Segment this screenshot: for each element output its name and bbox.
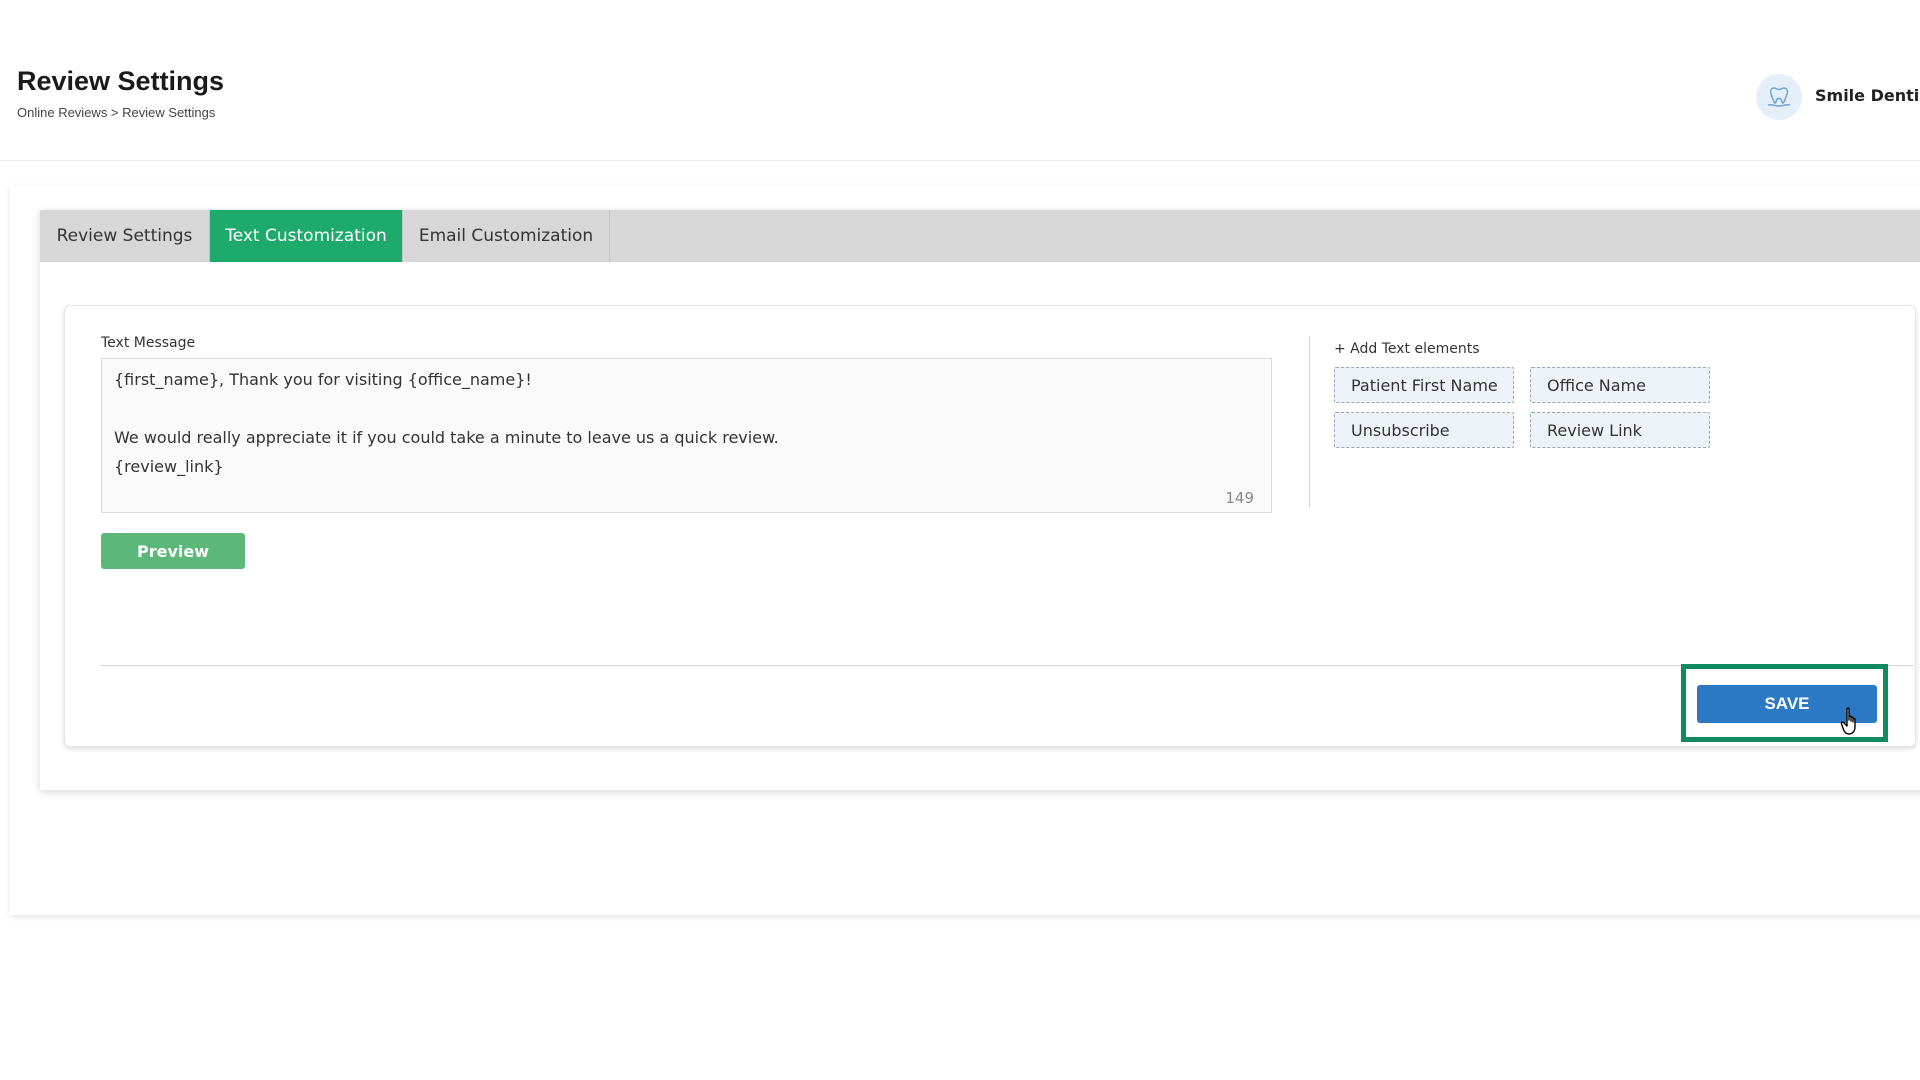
add-text-elements-header[interactable]: + Add Text elements: [1334, 341, 1480, 357]
text-message-content[interactable]: {first_name}, Thank you for visiting {of…: [114, 365, 779, 481]
chip-office-name[interactable]: Office Name: [1530, 367, 1710, 403]
text-message-input[interactable]: {first_name}, Thank you for visiting {of…: [101, 358, 1272, 513]
page-header: Review Settings Online Reviews > Review …: [0, 0, 1920, 161]
hand-pointer-icon: [1840, 707, 1856, 735]
preview-button[interactable]: Preview: [101, 533, 245, 569]
office-name[interactable]: Smile Dentis: [1815, 86, 1920, 105]
breadcrumb: Online Reviews > Review Settings: [17, 105, 216, 120]
page-title: Review Settings: [17, 66, 225, 96]
chip-review-link[interactable]: Review Link: [1530, 412, 1710, 448]
tab-review-settings[interactable]: Review Settings: [40, 210, 210, 262]
tooth-hand-icon: [1767, 87, 1791, 107]
tab-text-customization[interactable]: Text Customization: [210, 210, 403, 262]
avatar[interactable]: [1756, 74, 1802, 120]
horizontal-divider: [101, 665, 1914, 666]
vertical-divider: [1309, 337, 1310, 507]
char-count: 149: [1225, 489, 1254, 507]
chip-unsubscribe[interactable]: Unsubscribe: [1334, 412, 1514, 448]
tab-email-customization[interactable]: Email Customization: [403, 210, 610, 262]
chip-patient-first-name[interactable]: Patient First Name: [1334, 367, 1514, 403]
text-message-label: Text Message: [101, 335, 196, 351]
tab-bar: Review Settings Text Customization Email…: [40, 210, 1920, 262]
